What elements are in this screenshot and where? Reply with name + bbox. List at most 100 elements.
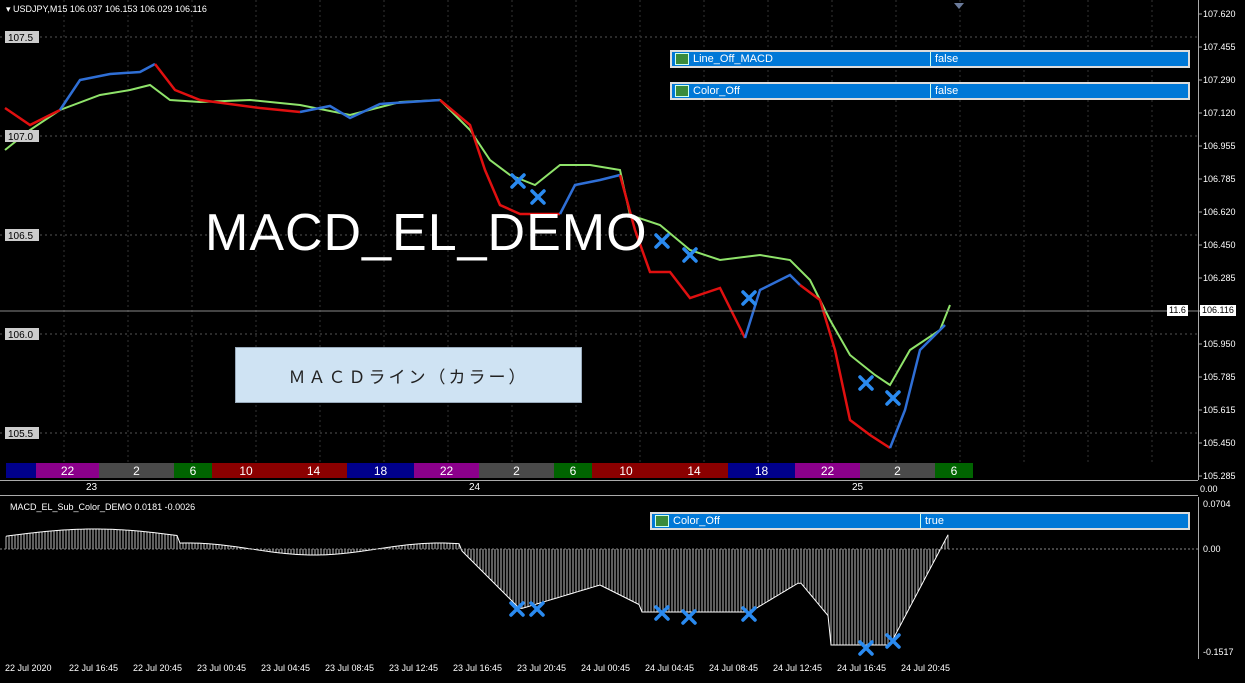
time-label: 23 Jul 20:45: [517, 663, 567, 673]
left-price-labels: 107.5 107.0 106.5 106.0 105.5: [5, 31, 39, 440]
time-label: 24 Jul 12:45: [773, 663, 823, 673]
cross-marker: [681, 609, 697, 625]
time-label: 24 Jul 00:45: [581, 663, 631, 673]
macd-segment: [888, 324, 946, 449]
price-tick-label: 105.785: [1203, 372, 1236, 382]
param-name: Line_Off_MACD: [693, 53, 773, 65]
time-label: 23 Jul 08:45: [325, 663, 375, 673]
session-bar: 10: [212, 463, 280, 478]
price-tick-label: 106.785: [1203, 174, 1236, 184]
param-line-off-macd[interactable]: Line_Off_MACD false: [670, 50, 1190, 68]
symbol-info: ▾ USDJPY,M15 106.037 106.153 106.029 106…: [6, 4, 207, 15]
param-value: false: [930, 52, 958, 66]
left-price-label: 107.0: [8, 132, 33, 143]
cross-marker: [885, 390, 901, 406]
demo-title: MACD_EL_DEMO: [205, 204, 648, 262]
param-color-off[interactable]: Color_Off false: [670, 82, 1190, 100]
session-bar: 22: [414, 463, 479, 478]
session-bar: 2: [479, 463, 554, 478]
session-bar: 18: [728, 463, 795, 478]
sub-indicator-info: MACD_EL_Sub_Color_DEMO 0.0181 -0.0026: [10, 502, 196, 512]
time-label: 24 Jul 16:45: [837, 663, 887, 673]
cross-marker: [858, 640, 874, 656]
time-label: 23 Jul 04:45: [261, 663, 311, 673]
session-bar: 22: [795, 463, 860, 478]
time-label: 23 Jul 00:45: [197, 663, 247, 673]
time-label: 22 Jul 16:45: [69, 663, 119, 673]
time-label: 23 Jul 12:45: [389, 663, 439, 673]
cross-marker: [509, 601, 525, 617]
price-axis: 107.620 107.455 107.290 107.120 106.955 106.7…: [1198, 9, 1236, 480]
price-tick-label: 107.620: [1203, 9, 1236, 19]
cross-marker: [654, 605, 670, 621]
sub-axis-divider: [1198, 497, 1199, 659]
date-axis: 23 24 25: [0, 480, 1198, 496]
sub-tick-label: 0.00: [1203, 544, 1221, 554]
time-label: 24 Jul 04:45: [645, 663, 695, 673]
price-tick-label: 105.950: [1203, 339, 1236, 349]
macd-segment: [154, 63, 301, 114]
session-bar: 6: [174, 463, 212, 478]
macd-segment: [743, 273, 801, 339]
shift-marker-icon[interactable]: [954, 3, 964, 9]
symbol-name: USDJPY,M15: [13, 4, 68, 14]
dropdown-arrow-icon[interactable]: ▾: [6, 4, 11, 14]
session-bar: [6, 463, 36, 478]
session-bar: 2: [860, 463, 935, 478]
current-tag: 11.6: [1167, 305, 1188, 316]
time-label: 22 Jul 2020: [5, 663, 52, 673]
cross-marker: [741, 290, 757, 306]
time-label: 24 Jul 20:45: [901, 663, 951, 673]
param-name: Color_Off: [673, 515, 720, 527]
time-label: 23 Jul 16:45: [453, 663, 503, 673]
cross-marker: [510, 173, 526, 189]
session-bar: 10: [592, 463, 660, 478]
param-value: false: [930, 84, 958, 98]
corner-label: 0.00: [1200, 484, 1218, 494]
cross-marker: [741, 606, 757, 622]
chart-icon: [675, 85, 689, 97]
left-price-label: 105.5: [8, 429, 33, 440]
cross-marker: [530, 189, 546, 205]
cross-marker: [858, 375, 874, 391]
time-label: 24 Jul 08:45: [709, 663, 759, 673]
price-tick-label: 107.120: [1203, 108, 1236, 118]
price-tick-label: 106.620: [1203, 207, 1236, 217]
price-tick-label: 106.955: [1203, 141, 1236, 151]
price-tick-label: 107.455: [1203, 42, 1236, 52]
day-label: 25: [852, 482, 864, 493]
session-bar: 2: [99, 463, 174, 478]
day-label: 24: [469, 482, 481, 493]
session-bar: 14: [660, 463, 728, 478]
price-tick-label: 105.450: [1203, 438, 1236, 448]
macd-segment: [799, 284, 891, 450]
price-tick-label: 106.450: [1203, 240, 1236, 250]
ohlc-values: 106.037 106.153 106.029 106.116: [69, 4, 207, 14]
cross-marker: [654, 233, 670, 249]
day-label: 23: [86, 482, 98, 493]
sub-tick-label: 0.0704: [1203, 499, 1231, 509]
cross-marker: [885, 633, 901, 649]
param-value: true: [920, 514, 944, 528]
current-price-tag: 106.116: [1200, 305, 1236, 316]
macd-histogram: [5, 529, 949, 645]
param-name: Color_Off: [693, 85, 740, 97]
price-tick-label: 107.290: [1203, 75, 1236, 85]
price-tick-label: 105.615: [1203, 405, 1236, 415]
session-bar: 6: [935, 463, 973, 478]
left-price-label: 106.5: [8, 231, 33, 242]
macd-segment: [299, 98, 441, 120]
right-axis-divider: [1198, 0, 1199, 480]
time-label: 22 Jul 20:45: [133, 663, 183, 673]
param-sub-color-off[interactable]: Color_Off true: [650, 512, 1190, 530]
cross-marker: [529, 601, 545, 617]
chart-icon: [655, 515, 669, 527]
session-bar: 22: [36, 463, 99, 478]
sub-tick-label: -0.1517: [1203, 647, 1234, 657]
session-bar: 18: [347, 463, 414, 478]
chart-icon: [675, 53, 689, 65]
price-tick-label: 106.285: [1203, 273, 1236, 283]
session-bar: 6: [554, 463, 592, 478]
session-bar: 14: [280, 463, 347, 478]
note-label: ＭＡＣＤライン（カラー）: [235, 347, 582, 403]
